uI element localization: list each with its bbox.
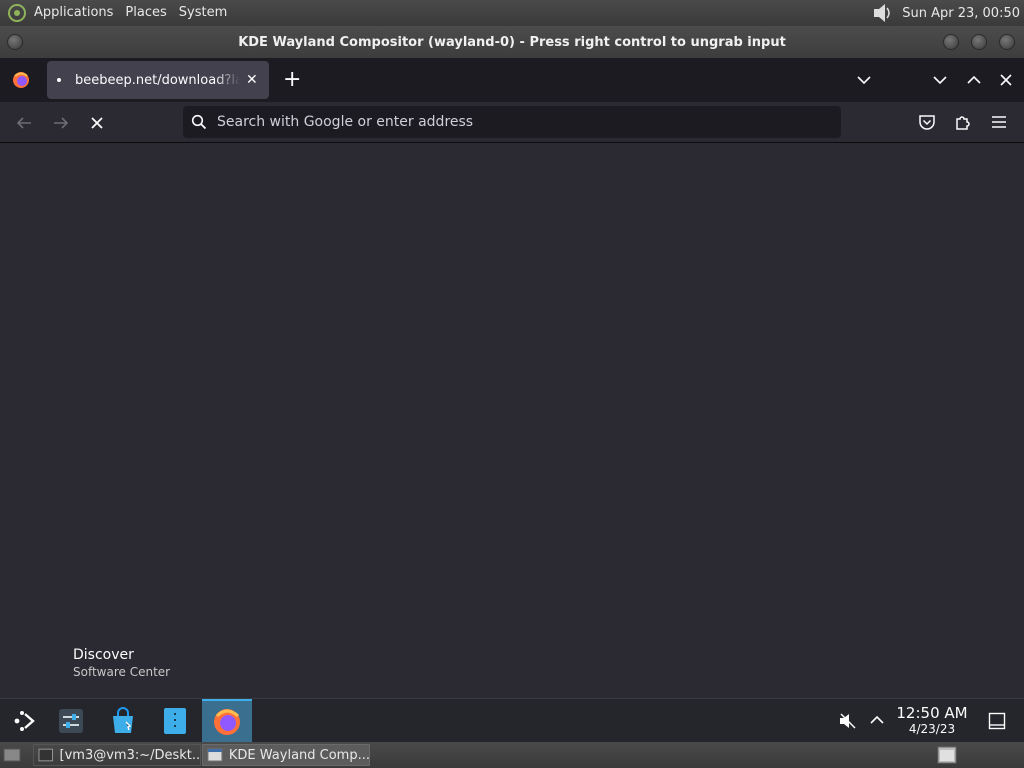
maximize-icon[interactable] [971, 34, 987, 50]
compositor-title: KDE Wayland Compositor (wayland-0) - Pre… [238, 34, 786, 50]
back-arrow-icon[interactable] [15, 115, 33, 131]
window-menu-icon[interactable] [7, 34, 23, 50]
page-content[interactable] [0, 143, 1024, 698]
close-window-icon[interactable] [999, 73, 1013, 87]
tab-title: beebeep.net/download?lang=en [75, 72, 240, 88]
task-kde-compositor-label: KDE Wayland Comp... [228, 747, 369, 763]
task-kde-compositor[interactable]: KDE Wayland Comp... [202, 744, 370, 766]
firefox-taskbar-button[interactable] [202, 699, 252, 743]
plasma-launcher-icon [14, 711, 35, 731]
clock-date: 4/23/23 [908, 722, 956, 736]
system-menu[interactable]: System [173, 0, 233, 26]
forward-arrow-icon[interactable] [52, 115, 70, 131]
volume-icon[interactable] [872, 3, 894, 23]
show-desktop-gnome-icon[interactable] [3, 747, 21, 763]
minimize-window-icon[interactable] [932, 74, 948, 86]
hamburger-menu-icon[interactable] [991, 115, 1007, 129]
task-terminal[interactable]: [vm3@vm3:~/Deskt... [33, 744, 201, 766]
task-terminal-label: [vm3@vm3:~/Deskt... [59, 747, 200, 763]
system-tray-expand-icon[interactable] [869, 714, 885, 726]
dolphin-files-button[interactable] [150, 699, 200, 743]
gnome-bottom-panel: [vm3@vm3:~/Deskt... KDE Wayland Comp... [0, 742, 1024, 768]
gnome-top-panel: Applications Places System Sun Apr 23, 0… [0, 0, 1024, 26]
tooltip-subtitle: Software Center [73, 665, 171, 679]
discover-button[interactable] [98, 699, 148, 743]
minimize-icon[interactable] [943, 34, 959, 50]
url-input[interactable] [217, 114, 817, 130]
system-settings-button[interactable] [46, 699, 96, 743]
kde-taskbar: 12:50 AM 4/23/23 [0, 698, 1024, 743]
kde-clock[interactable]: 12:50 AM 4/23/23 [892, 704, 972, 737]
file-manager-icon [164, 708, 186, 734]
tab-beebeep[interactable]: beebeep.net/download?lang=en ✕ [47, 61, 269, 99]
workspace-switcher-icon[interactable] [937, 746, 957, 764]
pocket-icon[interactable] [918, 114, 936, 131]
new-tab-button[interactable]: + [283, 67, 301, 92]
gnome-foot-icon[interactable] [6, 2, 28, 24]
terminal-icon [38, 748, 54, 762]
discover-bag-icon [113, 707, 133, 733]
list-all-tabs-icon[interactable] [856, 74, 872, 86]
clock-time: 12:50 AM [896, 704, 968, 722]
tooltip-title: Discover [73, 647, 134, 663]
maximize-window-icon[interactable] [966, 74, 982, 86]
places-menu[interactable]: Places [119, 0, 172, 26]
tab-strip: beebeep.net/download?lang=en ✕ + [0, 58, 1024, 102]
compositor-window-icon [207, 748, 223, 762]
stop-loading-icon[interactable] [90, 116, 104, 130]
compositor-title-bar: KDE Wayland Compositor (wayland-0) - Pre… [0, 26, 1024, 58]
search-icon [191, 114, 207, 130]
close-icon[interactable] [999, 34, 1015, 50]
firefox-view-icon[interactable] [11, 70, 31, 90]
nav-toolbar [0, 102, 1024, 143]
settings-sliders-icon [59, 709, 83, 733]
top-clock[interactable]: Sun Apr 23, 00:50 [902, 6, 1020, 21]
firefox-icon [214, 709, 240, 735]
applications-menu[interactable]: Applications [28, 0, 119, 26]
loading-dot-icon [57, 78, 61, 82]
tab-close-icon[interactable]: ✕ [246, 72, 258, 88]
extensions-puzzle-icon[interactable] [954, 113, 972, 131]
app-launcher-button[interactable] [0, 699, 50, 743]
volume-muted-icon[interactable] [838, 711, 858, 731]
discover-tooltip: Discover Software Center [60, 643, 190, 693]
show-desktop-icon[interactable] [988, 712, 1006, 730]
url-bar[interactable] [183, 106, 841, 138]
